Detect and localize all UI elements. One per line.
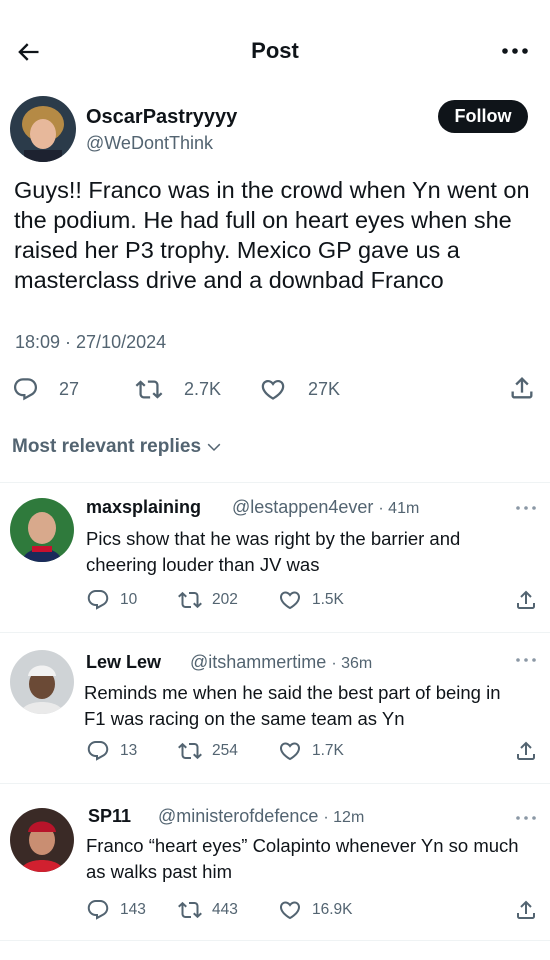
like-icon [258, 376, 288, 403]
reply-time: · 41m [378, 500, 420, 517]
reply-handle[interactable]: @itshammertime · 36m [190, 652, 372, 673]
author-avatar[interactable] [10, 96, 76, 162]
reply-like-button[interactable]: 1.5K [278, 588, 344, 612]
reply-more-button[interactable] [514, 654, 538, 666]
share-icon [514, 588, 538, 612]
replies-sort-dropdown[interactable]: Most relevant replies [12, 436, 223, 458]
reply-more-button[interactable] [514, 812, 538, 824]
reply-icon [86, 588, 110, 612]
reply-avatar[interactable] [10, 650, 74, 714]
share-icon [514, 898, 538, 922]
reply-display-name[interactable]: maxsplaining [86, 497, 201, 518]
reply-avatar[interactable] [10, 808, 74, 872]
reply-icon [12, 376, 39, 403]
like-icon [278, 588, 302, 612]
reply-repost-count: 254 [212, 742, 238, 759]
repost-icon [134, 376, 164, 403]
divider [0, 482, 550, 483]
like-icon [278, 898, 302, 922]
divider [0, 632, 550, 633]
reply-handle[interactable]: @ministerofdefence · 12m [158, 806, 364, 827]
chevron-down-icon [207, 443, 221, 452]
reply-text: Franco “heart eyes” Colapinto whenever Y… [86, 835, 519, 882]
like-button[interactable]: 27K [258, 376, 340, 403]
share-icon [514, 739, 538, 763]
reply-more-button[interactable] [514, 502, 538, 514]
reply-count: 27 [59, 379, 80, 399]
reply-handle-text: @ministerofdefence [158, 806, 319, 826]
reply-time: · 12m [323, 809, 365, 826]
reply-reply-count: 10 [120, 591, 138, 608]
reply-share-button[interactable] [514, 739, 538, 763]
reply-repost-count: 443 [212, 901, 238, 918]
follow-button[interactable]: Follow [438, 100, 528, 133]
reply-handle-text: @itshammertime [190, 652, 327, 672]
divider [0, 940, 550, 941]
reply-text: Reminds me when he said the best part of… [84, 682, 501, 729]
reply-avatar[interactable] [10, 498, 74, 562]
author-handle[interactable]: @WeDontThink [86, 133, 213, 154]
share-icon [508, 374, 536, 402]
reply-handle[interactable]: @lestappen4ever · 41m [232, 497, 419, 518]
reply-like-button[interactable]: 16.9K [278, 898, 353, 922]
like-count: 27K [308, 379, 341, 399]
reply-text: Pics show that he was right by the barri… [86, 528, 461, 575]
reply-reply-count: 143 [120, 901, 146, 918]
repost-icon [178, 898, 202, 922]
replies-sort-label: Most relevant replies [12, 436, 202, 457]
post-text: Guys!! Franco was in the crowd when Yn w… [14, 177, 530, 293]
page-title: Post [251, 38, 299, 63]
post-timestamp[interactable]: 18:09 · 27/10/2024 [15, 332, 166, 353]
reply-display-name[interactable]: Lew Lew [86, 652, 161, 673]
reply-repost-button[interactable]: 202 [178, 588, 238, 612]
reply-like-count: 1.5K [312, 591, 344, 608]
reply-reply-button[interactable]: 143 [86, 898, 146, 922]
more-horizontal-icon [502, 48, 528, 54]
more-horizontal-icon [516, 658, 536, 662]
like-icon [278, 739, 302, 763]
repost-count: 2.7K [184, 379, 222, 399]
reply-display-name[interactable]: SP11 [88, 806, 131, 827]
author-display-name[interactable]: OscarPastryyyy [86, 106, 237, 129]
reply-reply-count: 13 [120, 742, 138, 759]
reply-share-button[interactable] [514, 588, 538, 612]
reply-time: · 36m [331, 655, 373, 672]
reply-button[interactable]: 27 [12, 376, 79, 403]
more-options-button[interactable] [500, 36, 530, 66]
reply-like-button[interactable]: 1.7K [278, 739, 344, 763]
reply-reply-button[interactable]: 13 [86, 739, 137, 763]
divider [0, 783, 550, 784]
reply-handle-text: @lestappen4ever [232, 497, 374, 517]
reply-repost-button[interactable]: 254 [178, 739, 238, 763]
reply-share-button[interactable] [514, 898, 538, 922]
repost-icon [178, 739, 202, 763]
more-horizontal-icon [516, 816, 536, 820]
reply-reply-button[interactable]: 10 [86, 588, 137, 612]
more-horizontal-icon [516, 506, 536, 510]
reply-repost-button[interactable]: 443 [178, 898, 238, 922]
share-button[interactable] [508, 374, 536, 402]
repost-icon [178, 588, 202, 612]
repost-button[interactable]: 2.7K [134, 376, 221, 403]
reply-like-count: 16.9K [312, 901, 353, 918]
reply-like-count: 1.7K [312, 742, 344, 759]
top-bar: Post [0, 0, 550, 100]
reply-icon [86, 898, 110, 922]
reply-repost-count: 202 [212, 591, 238, 608]
reply-icon [86, 739, 110, 763]
